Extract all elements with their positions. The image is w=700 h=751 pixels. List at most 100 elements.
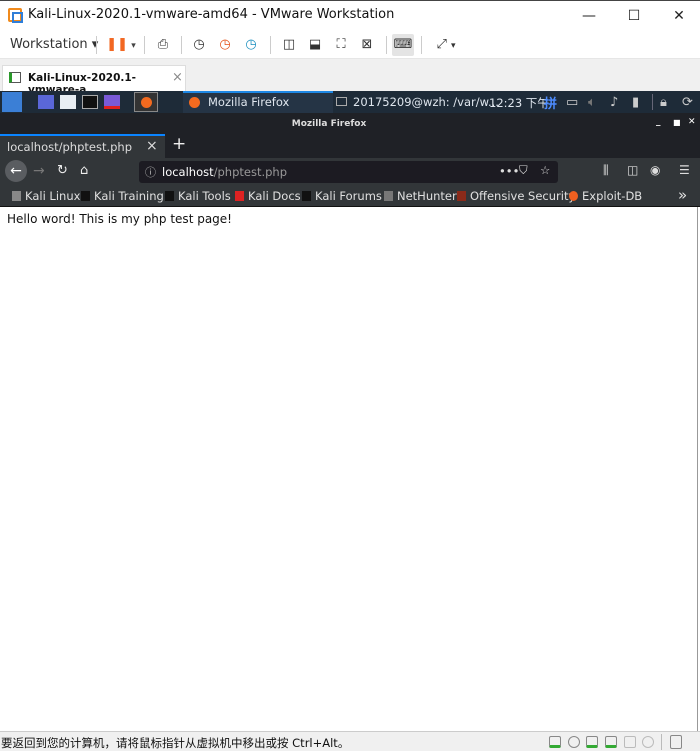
tab-title: localhost/phptest.php	[7, 140, 133, 154]
thumbnail-view-icon[interactable]: ⬓	[304, 34, 326, 56]
minimize-button[interactable]: —	[574, 5, 604, 27]
menu-icon[interactable]: ☰	[679, 163, 690, 177]
divider	[96, 36, 97, 54]
pocket-icon[interactable]: ⛉	[519, 163, 528, 178]
kali-menu-icon[interactable]	[2, 92, 22, 112]
vm-tab-close-icon[interactable]: ×	[172, 70, 183, 85]
bookmark-label: Exploit-DB	[582, 189, 643, 203]
fullscreen-icon[interactable]: ⛶	[330, 34, 352, 56]
browser-tab[interactable]: localhost/phptest.php ×	[0, 134, 165, 158]
new-tab-button[interactable]: +	[172, 134, 186, 154]
bookmark-label: NetHunter	[397, 189, 457, 203]
bookmark-kali-training[interactable]: Kali Training	[81, 189, 164, 203]
maximize-button[interactable]: ☐	[619, 5, 649, 27]
logout-icon[interactable]: ⟳	[682, 95, 693, 110]
forward-button[interactable]: →	[33, 163, 45, 179]
display-icon[interactable]: ▭	[566, 95, 578, 110]
pause-button[interactable]: ❚❚ ▾	[104, 34, 138, 56]
bookmark-label: Kali Training	[94, 189, 164, 203]
kali-icon	[165, 191, 174, 201]
vm-tab[interactable]: Kali-Linux-2020.1-vmware-a... ×	[2, 65, 186, 96]
bookmark-label: Kali Linux	[25, 189, 81, 203]
terminal-icon[interactable]	[82, 95, 98, 109]
page-actions-icon[interactable]: •••	[499, 164, 519, 178]
bookmarks-overflow-button[interactable]: »	[678, 186, 687, 204]
bookmark-offensive-security[interactable]: Offensive Security	[457, 189, 575, 203]
hard-disk-icon[interactable]	[549, 736, 561, 748]
ime-indicator[interactable]: 拼	[544, 93, 557, 112]
firefox-launcher-icon[interactable]	[134, 92, 158, 112]
bookmark-kali-forums[interactable]: Kali Forums	[302, 189, 382, 203]
firefox-window-title: Mozilla Firefox	[291, 119, 367, 129]
vm-tab-bar: Kali-Linux-2020.1-vmware-a... ×	[0, 59, 700, 96]
bookmark-kali-linux[interactable]: Kali Linux	[12, 189, 80, 203]
offsec-icon	[457, 191, 466, 201]
site-info-icon[interactable]: ⓘ	[145, 164, 156, 180]
divider	[386, 36, 387, 54]
divider	[181, 36, 182, 54]
kali-icon	[12, 191, 21, 201]
divider	[421, 36, 422, 54]
divider	[270, 36, 271, 54]
back-button[interactable]: ←	[5, 160, 27, 182]
terminal-task-icon	[336, 97, 347, 106]
reload-button[interactable]: ↻	[57, 163, 68, 178]
tab-close-icon[interactable]: ×	[146, 138, 158, 154]
exploit-db-icon	[569, 191, 578, 201]
page-content: Hello word! This is my php test page!	[0, 207, 698, 731]
stretch-guest-icon[interactable]: ⤢ ▾	[428, 34, 464, 56]
bookmark-nethunter[interactable]: NetHunter	[384, 189, 457, 203]
firefox-title-bar: Mozilla Firefox _ ■ ✕	[0, 113, 700, 134]
divider	[144, 36, 145, 54]
sound-card-icon[interactable]	[605, 736, 617, 748]
volume-icon[interactable]: 🔈︎	[588, 95, 596, 110]
home-button[interactable]: ⌂	[80, 163, 88, 178]
url-bar[interactable]: ⓘ localhost/phptest.php ••• ⛉ ☆	[139, 161, 558, 183]
divider	[661, 734, 662, 750]
console-view-icon[interactable]: ⌨	[392, 34, 414, 56]
divider	[652, 94, 653, 110]
snapshot-revert-icon[interactable]: ◷	[214, 34, 236, 56]
usb-icon[interactable]	[624, 736, 636, 748]
bookmark-kali-docs[interactable]: Kali Docs	[235, 189, 301, 203]
bookmark-star-icon[interactable]: ☆	[540, 163, 550, 177]
account-icon[interactable]: ◉	[650, 163, 660, 177]
unity-icon[interactable]: ⊠	[356, 34, 378, 56]
screen-recorder-icon[interactable]	[104, 95, 120, 109]
window-title: Kali-Linux-2020.1-vmware-amd64 - VMware …	[28, 7, 395, 22]
vm-running-icon	[9, 72, 21, 83]
task-terminal[interactable]: 20175209@wzh: /var/w...	[353, 95, 499, 109]
ff-minimize-button[interactable]: _	[656, 117, 661, 127]
url-host: localhost	[162, 165, 214, 179]
ff-close-button[interactable]: ✕	[688, 117, 696, 127]
close-button[interactable]: ✕	[664, 5, 694, 27]
vmware-toolbar: Workstation ▾ ❚❚ ▾ ⎙ ◷ ◷ ◷ ◫ ⬓ ⛶ ⊠ ⌨ ⤢ ▾	[0, 30, 700, 59]
library-view-icon[interactable]: ◫	[278, 34, 300, 56]
url-path: /phptest.php	[213, 165, 288, 179]
file-manager-icon[interactable]	[60, 95, 76, 109]
snapshot-take-icon[interactable]: ◷	[188, 34, 210, 56]
clock[interactable]: 12:23 下午	[489, 95, 549, 111]
snapshot-manager-icon[interactable]: ◷	[240, 34, 262, 56]
url-text: localhost/phptest.php	[162, 165, 287, 179]
network-adapter-icon[interactable]	[586, 736, 598, 748]
docs-icon	[235, 191, 244, 201]
bookmark-exploit-db[interactable]: Exploit-DB	[569, 189, 642, 203]
ff-maximize-button[interactable]: ■	[673, 118, 681, 127]
send-ctrl-alt-del-icon[interactable]: ⎙	[152, 34, 174, 56]
battery-icon[interactable]: ▮	[632, 95, 639, 110]
notifications-icon[interactable]: ♪	[610, 95, 618, 110]
workstation-menu-button[interactable]: Workstation ▾	[10, 34, 98, 56]
bookmark-label: Offensive Security	[470, 189, 576, 203]
task-firefox[interactable]: Mozilla Firefox	[183, 91, 333, 113]
bookmark-kali-tools[interactable]: Kali Tools	[165, 189, 231, 203]
cd-dvd-icon[interactable]	[568, 736, 580, 748]
lock-icon[interactable]: 🔒︎	[660, 95, 667, 110]
message-log-icon[interactable]	[670, 735, 682, 749]
library-icon[interactable]: ⫼	[603, 163, 609, 178]
bookmark-label: Kali Tools	[178, 189, 231, 203]
workstation-label: Workstation	[10, 37, 88, 52]
sidebar-icon[interactable]: ◫	[627, 163, 638, 177]
printer-icon[interactable]	[642, 736, 654, 748]
show-desktop-icon[interactable]	[38, 95, 54, 109]
